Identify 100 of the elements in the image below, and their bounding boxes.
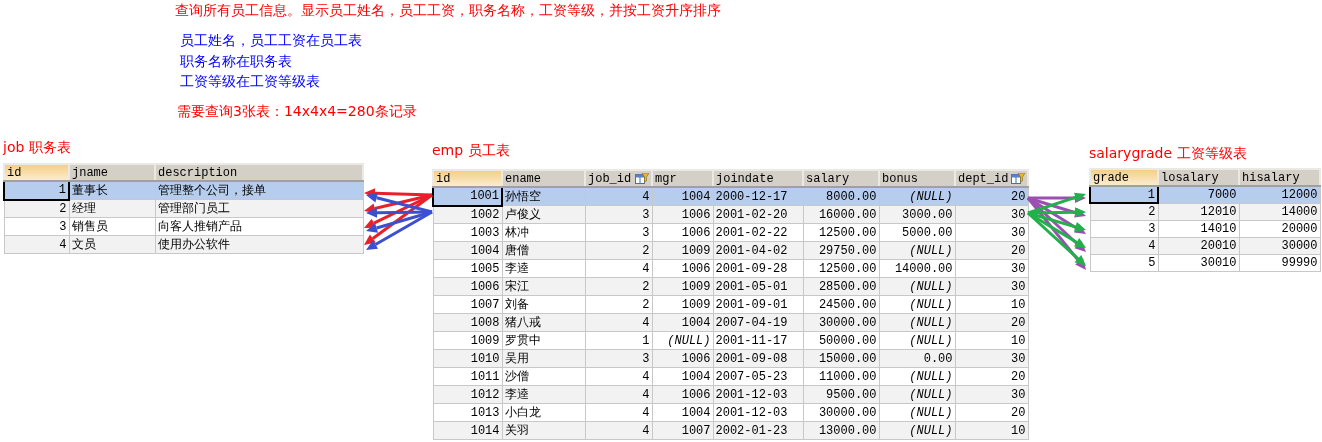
table-cell: 1004 [652,403,713,422]
table-cell: 刘备 [502,295,585,314]
filter-icon[interactable] [635,172,649,185]
column-header[interactable]: ename [502,170,585,187]
table-cell: 30 [955,259,1028,278]
table-cell: 唐僧 [502,241,585,260]
table-cell: 30 [955,385,1028,404]
table-cell: 30010 [1158,254,1239,271]
table-cell: 2001-09-08 [713,349,803,368]
column-header[interactable]: bonus [879,170,955,187]
table-cell: 3 [585,205,652,224]
table-cell: 1 [4,181,69,200]
table-cell: 4 [4,235,69,254]
table-cell: (NULL) [879,421,955,440]
table-cell: 1007 [433,295,502,314]
table-cell: 沙僧 [502,367,585,386]
note-text: 工资等级在工资等级表 [180,72,321,91]
table-cell: 20 [955,313,1028,332]
table-cell: 30 [955,349,1028,368]
table-cell: 30000.00 [803,313,879,332]
column-header[interactable]: dept_id [955,170,1028,187]
table-cell: 1006 [652,259,713,278]
table-cell: 20010 [1158,237,1239,254]
table-cell: 20 [955,241,1028,260]
table-cell: 5000.00 [879,223,955,242]
column-header[interactable]: grade [1090,169,1158,186]
table-cell: (NULL) [879,187,955,206]
table-cell: 10 [955,421,1028,440]
table-cell: (NULL) [879,277,955,296]
table-cell: 销售员 [69,217,155,236]
table-cell: 13000.00 [803,421,879,440]
table-cell: 小白龙 [502,403,585,422]
column-header[interactable]: job_id [585,170,652,187]
column-header[interactable]: salary [803,170,879,187]
table-cell: 3000.00 [879,205,955,224]
table-cell: 7000 [1158,186,1239,203]
column-header[interactable]: id [433,170,502,187]
table-cell: 2001-02-22 [713,223,803,242]
table-cell: 1011 [433,367,502,386]
table-cell: 15000.00 [803,349,879,368]
table-cell: 10 [955,331,1028,350]
table-cell: 8000.00 [803,187,879,206]
table-caption: emp 员工表 [432,142,511,160]
table-cell: 管理部门员工 [155,199,363,218]
table-cell: 1004 [652,313,713,332]
table-cell: 2 [4,199,69,218]
column-header[interactable]: jname [69,164,155,181]
table-cell: 2001-09-01 [713,295,803,314]
column-header[interactable]: mgr [652,170,713,187]
table-cell: 1006 [652,385,713,404]
table-cell: 1009 [652,277,713,296]
table-caption: job 职务表 [3,139,72,157]
table-cell: 林冲 [502,223,585,242]
table-cell: 2001-12-03 [713,403,803,422]
table-cell: 2002-01-23 [713,421,803,440]
table-cell: 2001-11-17 [713,331,803,350]
table-cell: 经理 [69,199,155,218]
table-cell: 4 [585,313,652,332]
table-cell: 14000 [1239,203,1320,220]
table-cell: 4 [585,385,652,404]
table-cell: 1003 [433,223,502,242]
column-header[interactable]: losalary [1158,169,1239,186]
table-cell: 1008 [433,313,502,332]
table-cell: 1006 [652,223,713,242]
table-cell: 2007-05-23 [713,367,803,386]
filter-icon[interactable] [1011,172,1025,185]
table-caption: salarygrade 工资等级表 [1089,145,1248,163]
table-cell: 2 [585,277,652,296]
table-cell: 2 [585,295,652,314]
column-header[interactable]: hisalary [1239,169,1320,186]
column-header[interactable]: id [4,164,69,181]
table-cell: 1013 [433,403,502,422]
table-cell: 1014 [433,421,502,440]
table-cell: 1006 [652,205,713,224]
table-cell: 20 [955,367,1028,386]
table-cell: 1007 [652,421,713,440]
table-cell: 4 [585,259,652,278]
table-cell: 0.00 [879,349,955,368]
table-cell: (NULL) [879,403,955,422]
table-cell: 文员 [69,235,155,254]
table-cell: 5 [1090,254,1158,271]
table-cell: 3 [585,349,652,368]
table-cell: 30000 [1239,237,1320,254]
table-cell: 2 [1090,203,1158,220]
column-header[interactable]: joindate [713,170,803,187]
table-cell: 3 [1090,220,1158,237]
table-cell: 1002 [433,205,502,224]
table-cell: (NULL) [879,295,955,314]
table-cell: 1006 [652,349,713,368]
note-text: 员工姓名，员工工资在员工表 [180,31,362,50]
column-header[interactable]: description [155,164,363,181]
table-cell: 猪八戒 [502,313,585,332]
table-cell: 24500.00 [803,295,879,314]
table-cell: 2000-12-17 [713,187,803,206]
table-cell: 孙悟空 [502,187,585,206]
table-cell: 20 [955,403,1028,422]
table-cell: 1009 [433,331,502,350]
table-cell: 4 [1090,237,1158,254]
table-cell: 1004 [652,187,713,206]
table-cell: 管理整个公司，接单 [155,181,363,200]
